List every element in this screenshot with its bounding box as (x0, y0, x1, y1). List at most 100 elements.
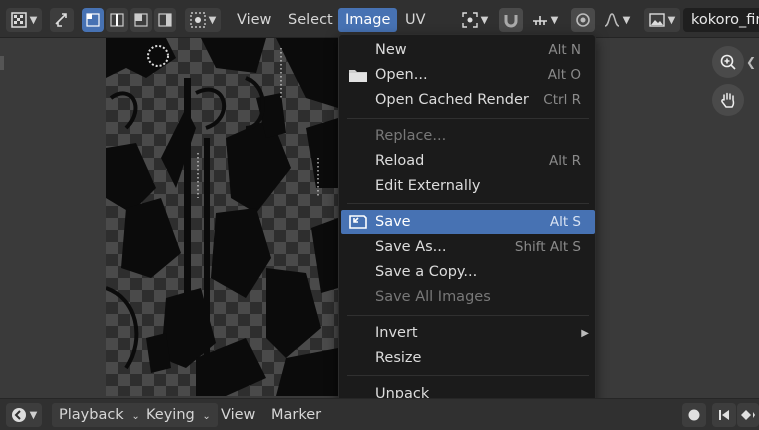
menu-item-edit-externally[interactable]: Edit Externally (341, 174, 595, 198)
edge-select-mode[interactable] (106, 8, 128, 32)
snap-target-selector[interactable]: ▼ (525, 8, 565, 32)
proportional-edit-icon (576, 13, 590, 27)
menu-item-label: Save (375, 214, 411, 230)
chevron-down-icon: ⌄ (202, 411, 211, 422)
chevron-down-icon: ▼ (29, 409, 38, 421)
vertex-select-icon (86, 13, 100, 27)
menu-item-label: Replace... (375, 128, 447, 144)
image-editor-header: ▼ ▼ View Select Image UV ▼ ▼ ▼ ▼ kokoro_… (0, 0, 759, 38)
menu-item-shortcut: Alt N (548, 42, 581, 58)
zoom-icon (720, 54, 736, 70)
menu-item-shortcut: Alt S (549, 214, 581, 230)
increment-snap-icon (532, 16, 547, 25)
chevron-down-icon: ▼ (667, 14, 676, 26)
keyframe-icon (741, 410, 755, 420)
image-icon (648, 13, 665, 27)
menu-view[interactable]: View (230, 8, 278, 32)
sticky-selection-mode[interactable]: ▼ (185, 8, 221, 32)
hand-icon (721, 92, 735, 108)
proportional-editing-toggle[interactable] (571, 8, 595, 32)
timeline-header: ▼ Playback ⌄ Keying ⌄ View Marker (0, 398, 759, 430)
menu-item-label: Open Cached Render (375, 92, 529, 108)
menu-item-save-as[interactable]: Save As... Shift Alt S (341, 235, 595, 259)
falloff-selector[interactable]: ▼ (599, 8, 635, 32)
zoom-gizmo[interactable] (712, 46, 744, 78)
menu-item-save[interactable]: Save Alt S (341, 210, 595, 234)
record-icon (688, 409, 700, 421)
smooth-falloff-icon (604, 13, 619, 27)
menu-item-label: Edit Externally (375, 178, 481, 194)
menu-item-label: Resize (375, 350, 422, 366)
image-menu-dropdown: New Alt N Open... Alt O Open Cached Rend… (338, 34, 596, 411)
editor-type-selector[interactable]: ▼ (6, 8, 42, 32)
menu-item-label: Save a Copy... (375, 264, 478, 280)
menu-item-new[interactable]: New Alt N (341, 38, 595, 62)
timeline-editor-type-selector[interactable]: ▼ (6, 403, 42, 427)
menu-item-reload[interactable]: Reload Alt R (341, 149, 595, 173)
uv-texture-image (106, 38, 338, 396)
uv-islands-graphic (106, 38, 338, 396)
menu-separator (347, 118, 589, 119)
menu-item-label: Reload (375, 153, 425, 169)
keying-menu[interactable]: Keying ⌄ (139, 403, 218, 427)
auto-keying-toggle[interactable] (682, 403, 706, 427)
submenu-arrow-icon: ▶ (581, 327, 589, 339)
menu-item-save-all-images: Save All Images (341, 285, 595, 309)
island-select-icon (158, 13, 172, 27)
pivot-point-icon (461, 12, 478, 28)
clock-icon (11, 408, 26, 422)
face-select-icon (134, 13, 148, 27)
chevron-down-icon: ▼ (208, 14, 217, 26)
jump-to-start-button[interactable] (712, 403, 736, 427)
pivot-point-selector[interactable]: ▼ (455, 8, 495, 32)
menu-item-shortcut: Alt O (547, 67, 581, 83)
menu-item-save-a-copy[interactable]: Save a Copy... (341, 260, 595, 284)
image-name-field[interactable]: kokoro_fin (683, 8, 759, 32)
folder-icon (349, 70, 367, 82)
menu-item-label: New (375, 42, 407, 58)
chevron-down-icon: ▼ (29, 14, 38, 26)
menu-separator (347, 203, 589, 204)
face-select-mode[interactable] (130, 8, 152, 32)
menu-item-resize[interactable]: Resize (341, 346, 595, 370)
snap-toggle[interactable] (499, 8, 523, 32)
jump-start-icon (719, 410, 729, 420)
menu-item-open[interactable]: Open... Alt O (341, 63, 595, 87)
sync-arrows-icon (55, 13, 67, 27)
vertex-select-mode[interactable] (82, 8, 104, 32)
sticky-selection-icon (190, 12, 206, 28)
playback-menu[interactable]: Playback ⌄ (52, 403, 147, 427)
playback-label: Playback (59, 407, 124, 423)
menu-separator (347, 375, 589, 376)
jump-to-keyframe-button[interactable] (737, 403, 759, 427)
keying-label: Keying (146, 407, 195, 423)
image-browse-button[interactable]: ▼ (644, 8, 680, 32)
chevron-down-icon: ▼ (480, 14, 489, 26)
menu-item-invert[interactable]: Invert ▶ (341, 321, 595, 345)
edge-select-icon (110, 13, 124, 27)
sidebar-expand-arrow[interactable]: ❮ (746, 55, 756, 69)
menu-select[interactable]: Select (281, 8, 340, 32)
save-icon (349, 215, 367, 229)
menu-item-shortcut: Ctrl R (543, 92, 581, 108)
sync-selection-toggle[interactable] (50, 8, 74, 32)
magnet-icon (504, 15, 518, 28)
chevron-down-icon: ▼ (550, 14, 559, 26)
menu-item-shortcut: Alt R (549, 153, 581, 169)
menu-item-label: Save All Images (375, 289, 491, 305)
menu-item-open-cached-render[interactable]: Open Cached Render Ctrl R (341, 88, 595, 112)
pan-gizmo[interactable] (712, 84, 744, 116)
image-editor-icon (10, 12, 27, 28)
timeline-view-menu[interactable]: View (214, 403, 262, 427)
menu-item-label: Invert (375, 325, 418, 341)
menu-image[interactable]: Image (338, 8, 398, 32)
chevron-down-icon: ▼ (622, 14, 631, 26)
menu-item-label: Save As... (375, 239, 447, 255)
island-select-mode[interactable] (154, 8, 176, 32)
menu-item-label: Open... (375, 67, 428, 83)
menu-uv[interactable]: UV (398, 8, 433, 32)
menu-item-shortcut: Shift Alt S (514, 239, 581, 255)
timeline-marker-menu[interactable]: Marker (264, 403, 328, 427)
menu-separator (347, 315, 589, 316)
toolbar-collapse-tab[interactable] (0, 56, 4, 70)
